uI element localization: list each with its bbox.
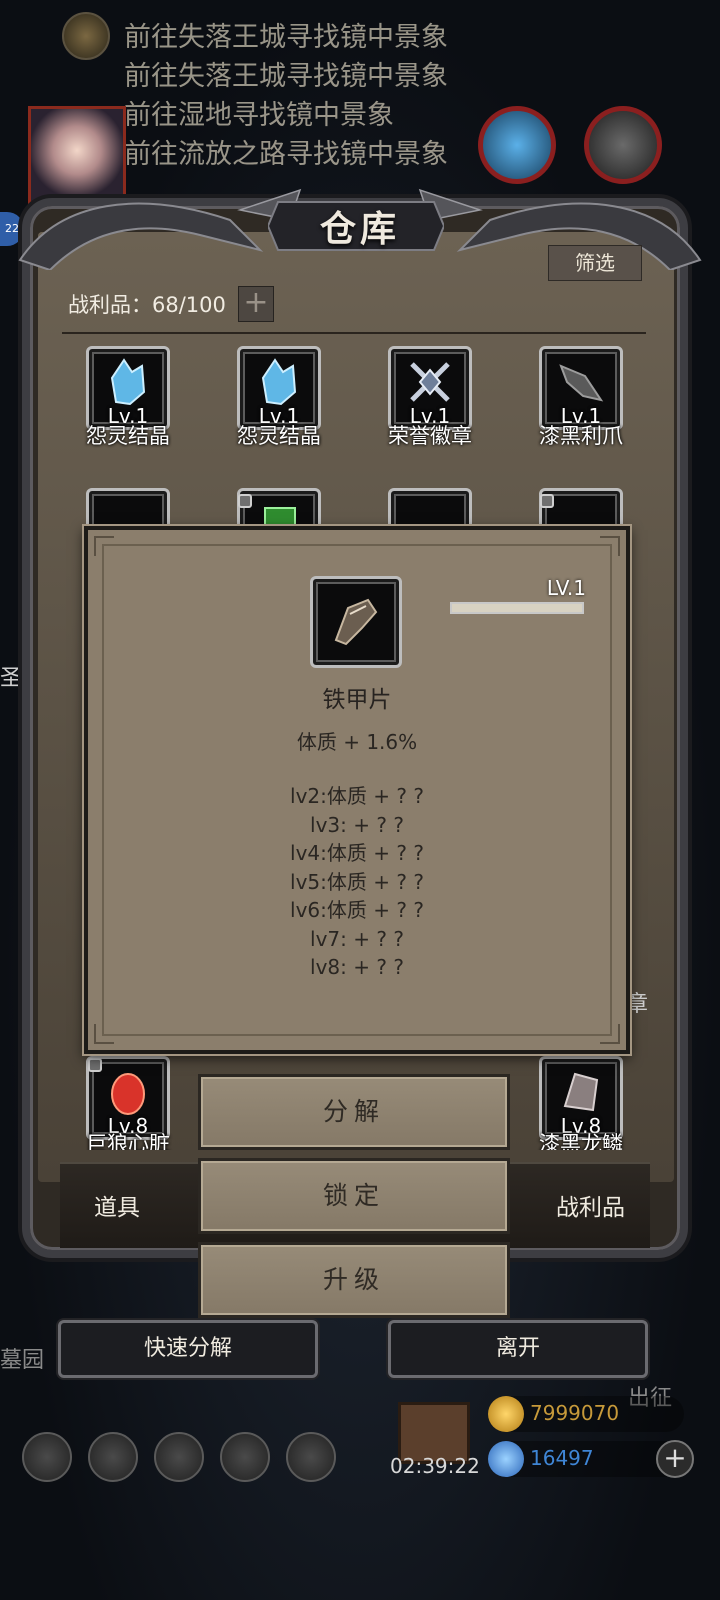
quest-scroll-icon[interactable] [62, 12, 110, 60]
item-name: 漆黑利爪 [539, 424, 623, 448]
quick-decompose-button[interactable]: 快速分解 [58, 1320, 318, 1378]
crystal-skill-icon[interactable] [478, 106, 556, 184]
quest-item[interactable]: 前往湿地寻找镜中景象 [124, 96, 448, 135]
gold-amount: 7999070 [530, 1401, 620, 1425]
lock-button[interactable]: 锁定 [198, 1158, 510, 1234]
gem-icon [488, 1441, 524, 1477]
inventory-icon[interactable] [154, 1432, 204, 1482]
lock-icon [540, 494, 554, 508]
skills-icon[interactable] [286, 1432, 336, 1482]
level-line: lv7: + ? ? [310, 926, 404, 951]
level-line: lv8: + ? ? [310, 955, 404, 979]
exp-fill [452, 604, 582, 612]
gold-coin-icon [488, 1396, 524, 1432]
divider [62, 332, 646, 334]
popup-item-slot [310, 576, 402, 668]
loot-count-label: 战利品：68/100 [68, 293, 226, 317]
gem-currency: 16497 [488, 1441, 684, 1477]
level-line: lv3: + ? ? [310, 812, 404, 837]
tab-loot[interactable]: 战利品 [556, 1188, 625, 1222]
popup-level-list: lv2:体质 + ? ? lv3: + ? ? lv4:体质 + ? ? lv5… [88, 782, 626, 982]
blue-crystal-icon [110, 358, 146, 406]
inventory-slot[interactable]: Lv.1 [86, 346, 170, 430]
mail-icon[interactable] [220, 1432, 270, 1482]
iron-plate-icon [334, 598, 378, 646]
popup-corner [600, 1024, 620, 1044]
map-location-label[interactable]: 墓园 [0, 1342, 44, 1374]
item-name: 荣誉徽章 [388, 424, 472, 448]
lock-icon [238, 494, 252, 508]
character-icon[interactable] [88, 1432, 138, 1482]
popup-corner [94, 1024, 114, 1044]
level-line: lv6:体质 + ? ? [290, 898, 424, 922]
item-name: 怨灵结晶 [237, 424, 321, 448]
gem-amount: 16497 [530, 1446, 594, 1470]
item-name: 漆黑龙鳞 [539, 1132, 623, 1150]
filter-button[interactable]: 筛选 [548, 245, 642, 281]
red-heart-icon [111, 1073, 145, 1115]
popup-stat: 体质 + 1.6% [296, 730, 418, 754]
blue-crystal-icon [261, 358, 297, 406]
gold-currency: 7999070 [488, 1396, 684, 1432]
level-line: lv5:体质 + ? ? [290, 869, 424, 894]
dark-scale-icon [563, 1072, 599, 1112]
level-line: lv4:体质 + ? ? [290, 841, 424, 865]
popup-corner [94, 536, 114, 556]
leave-button[interactable]: 离开 [388, 1320, 648, 1378]
add-currency-button[interactable]: + [656, 1440, 694, 1478]
settings-icon[interactable] [22, 1432, 72, 1482]
upgrade-button[interactable]: 升级 [198, 1242, 510, 1318]
popup-level: LV.1 [546, 576, 586, 600]
inventory-slot[interactable]: Lv.1 [539, 346, 623, 430]
item-name: 怨灵结晶 [86, 424, 170, 448]
quest-item[interactable]: 前往流放之路寻找镜中景象 [124, 135, 448, 174]
decompose-button[interactable]: 分解 [198, 1074, 510, 1150]
popup-item-name: 铁甲片 [322, 687, 392, 713]
gift-timer: 02:39:22 [390, 1454, 480, 1478]
tab-items[interactable]: 道具 [94, 1188, 140, 1222]
expand-capacity-button[interactable]: + [238, 286, 274, 322]
item-detail-popup: LV.1 铁甲片 体质 + 1.6% lv2:体质 + ? ? lv3: + ?… [84, 526, 630, 1054]
inventory-slot[interactable]: Lv.1 [388, 346, 472, 430]
item-name: 巨狼心脏 [86, 1132, 170, 1150]
exp-bar [450, 602, 584, 614]
lock-icon [88, 1058, 102, 1072]
quest-item[interactable]: 前往失落王城寻找镜中景象 [124, 18, 448, 57]
crossed-swords-badge-icon [410, 362, 450, 402]
dark-skill-icon[interactable] [584, 106, 662, 184]
quest-list: 前往失落王城寻找镜中景象 前往失落王城寻找镜中景象 前往湿地寻找镜中景象 前往流… [124, 18, 448, 174]
inventory-slot[interactable]: Lv.1 [237, 346, 321, 430]
quest-item[interactable]: 前往失落王城寻找镜中景象 [124, 57, 448, 96]
level-line: lv2:体质 + ? ? [290, 784, 424, 808]
popup-corner [600, 536, 620, 556]
dark-claw-icon [559, 364, 604, 402]
